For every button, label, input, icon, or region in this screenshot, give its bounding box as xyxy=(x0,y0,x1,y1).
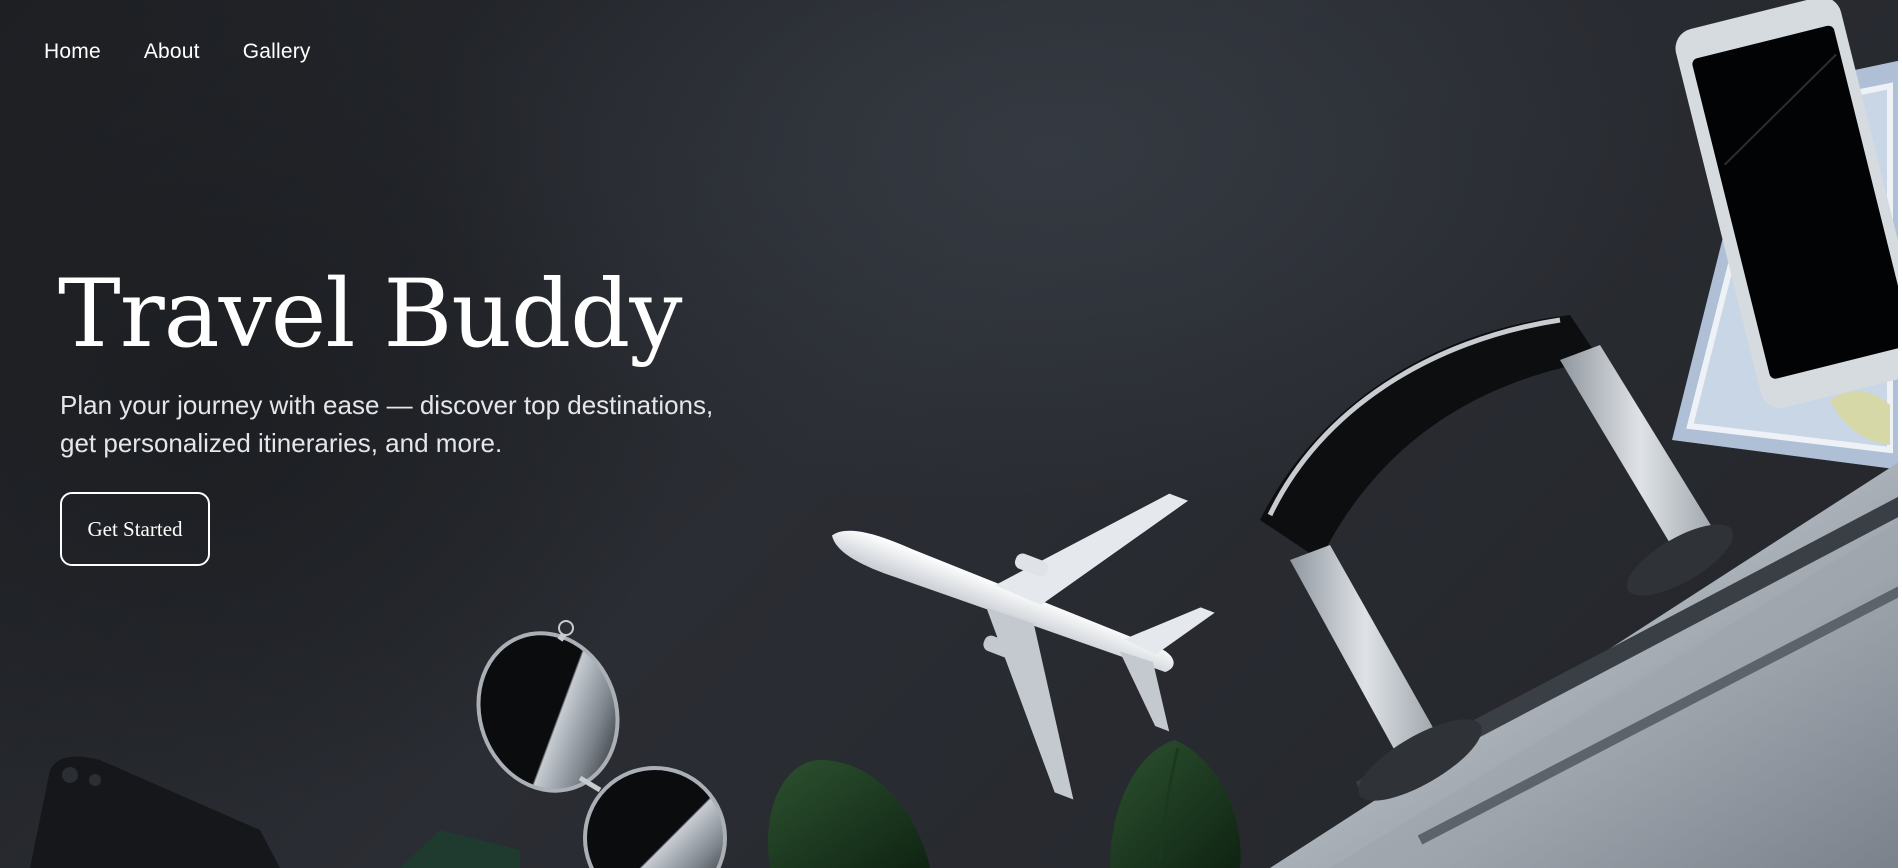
hero-content: Travel Buddy Plan your journey with ease… xyxy=(58,268,818,566)
hero-subtitle-line-2: get personalized itineraries, and more. xyxy=(60,428,503,458)
top-navigation: Home About Gallery xyxy=(44,40,311,64)
hero-section: Home About Gallery Travel Buddy Plan you… xyxy=(0,0,1902,868)
hero-subtitle: Plan your journey with ease — discover t… xyxy=(60,386,760,462)
page-edge xyxy=(1898,0,1902,868)
hero-subtitle-line-1: Plan your journey with ease — discover t… xyxy=(60,390,714,420)
get-started-button[interactable]: Get Started xyxy=(60,492,210,566)
passport-icon xyxy=(400,830,520,868)
nav-home-link[interactable]: Home xyxy=(44,40,101,64)
nav-about-link[interactable]: About xyxy=(144,40,200,64)
sunglasses-icon xyxy=(476,620,727,868)
leaf-icon xyxy=(768,740,1241,868)
nav-gallery-link[interactable]: Gallery xyxy=(243,40,311,64)
camera-icon xyxy=(30,756,280,868)
hero-title: Travel Buddy xyxy=(58,260,682,369)
